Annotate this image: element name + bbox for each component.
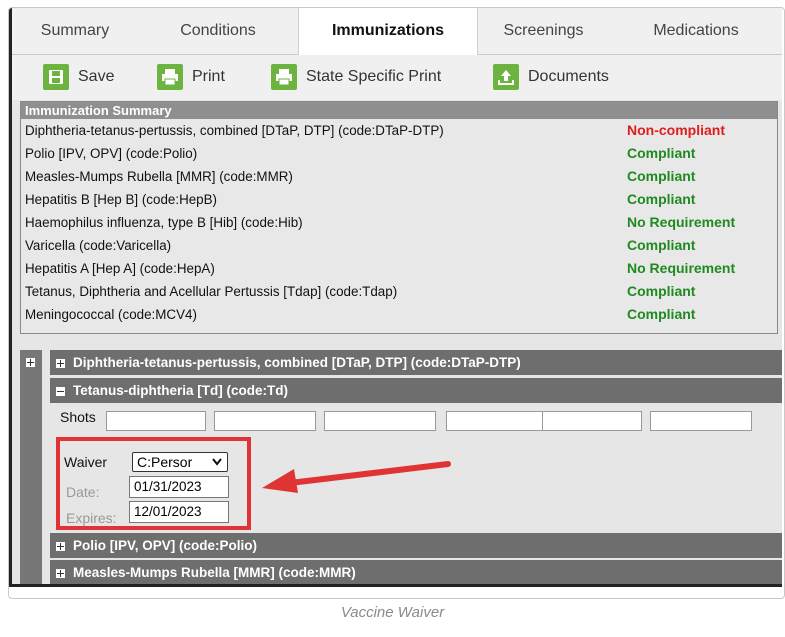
summary-row: Hepatitis A [Hep A] (code:HepA) No Requi… [21, 257, 777, 280]
summary-row: Varicella (code:Varicella) Compliant [21, 234, 777, 257]
tab-screenings[interactable]: Screenings [476, 8, 611, 54]
vaccine-name: Varicella (code:Varicella) [25, 238, 172, 253]
shot-date-input[interactable] [214, 411, 316, 431]
vaccine-name: Diphtheria-tetanus-pertussis, combined [… [25, 123, 444, 138]
upload-icon [493, 64, 519, 90]
expand-icon[interactable] [56, 358, 65, 368]
arrow-icon [262, 461, 451, 493]
group-title: Polio [IPV, OPV] (code:Polio) [73, 538, 258, 553]
tab-medications[interactable]: Medications [611, 8, 781, 54]
expand-all-column [20, 350, 42, 584]
figure-caption: Vaccine Waiver [340, 604, 445, 621]
tab-immunizations[interactable]: Immunizations [298, 8, 478, 55]
documents-button[interactable]: Documents [493, 63, 609, 91]
immunization-summary-panel: Immunization Summary Diphtheria-tetanus-… [20, 101, 778, 334]
vaccine-name: Hepatitis B [Hep B] (code:HepB) [25, 192, 218, 207]
status-badge: Compliant [627, 283, 696, 299]
group-dtap-header[interactable]: Diphtheria-tetanus-pertussis, combined [… [50, 350, 782, 375]
vaccine-name: Measles-Mumps Rubella [MMR] (code:MMR) [25, 169, 293, 184]
status-badge: Compliant [627, 306, 696, 322]
group-polio-header[interactable]: Polio [IPV, OPV] (code:Polio) [50, 533, 782, 558]
shot-date-input[interactable] [542, 411, 642, 431]
immunizations-app: Summary Conditions Immunizations Screeni… [9, 8, 782, 587]
status-badge: Compliant [627, 237, 696, 253]
save-icon [43, 64, 69, 90]
shot-date-input[interactable] [106, 411, 206, 431]
shot-date-input[interactable] [324, 411, 436, 431]
shot-date-input[interactable] [446, 411, 544, 431]
status-badge: No Requirement [627, 260, 736, 276]
print-icon [157, 64, 183, 90]
summary-row: Tetanus, Diphtheria and Acellular Pertus… [21, 280, 777, 303]
group-title: Tetanus-diphtheria [Td] (code:Td) [73, 383, 288, 398]
shots-label: Shots [60, 409, 96, 425]
collapse-icon[interactable] [56, 386, 65, 396]
vaccine-name: Haemophilus influenza, type B [Hib] (cod… [25, 215, 303, 230]
shot-date-input[interactable] [650, 411, 752, 431]
group-title: Diphtheria-tetanus-pertussis, combined [… [73, 355, 521, 370]
status-badge: Compliant [627, 191, 696, 207]
summary-row: Measles-Mumps Rubella [MMR] (code:MMR) C… [21, 165, 777, 188]
summary-row: Haemophilus influenza, type B [Hib] (cod… [21, 211, 777, 234]
print-label: Print [192, 68, 225, 85]
status-badge: Non-compliant [627, 122, 725, 138]
documents-label: Documents [528, 68, 609, 85]
expand-icon[interactable] [56, 541, 65, 551]
screenshot-frame: Summary Conditions Immunizations Screeni… [8, 7, 785, 599]
vaccine-name: Hepatitis A [Hep A] (code:HepA) [25, 261, 215, 276]
print-button[interactable]: Print [157, 63, 225, 91]
tab-summary[interactable]: Summary [12, 8, 138, 54]
toolbar: Save Print State Specific Print Document… [12, 55, 782, 100]
group-title: Measles-Mumps Rubella [MMR] (code:MMR) [73, 565, 356, 580]
status-badge: Compliant [627, 168, 696, 184]
vaccine-name: Polio [IPV, OPV] (code:Polio) [25, 146, 198, 161]
status-badge: No Requirement [627, 214, 736, 230]
expand-icon[interactable] [56, 568, 65, 578]
summary-row: Polio [IPV, OPV] (code:Polio) Compliant [21, 142, 777, 165]
group-mmr-header[interactable]: Measles-Mumps Rubella [MMR] (code:MMR) [50, 560, 782, 584]
tab-conditions[interactable]: Conditions [138, 8, 298, 54]
status-badge: Compliant [627, 145, 696, 161]
waiver-highlight-box [56, 437, 251, 530]
vaccine-name: Tetanus, Diphtheria and Acellular Pertus… [25, 284, 398, 299]
save-label: Save [78, 68, 115, 85]
summary-header: Immunization Summary [21, 102, 777, 119]
save-button[interactable]: Save [43, 63, 114, 91]
expand-all-icon[interactable] [26, 358, 35, 367]
summary-row: Diphtheria-tetanus-pertussis, combined [… [21, 119, 777, 142]
tab-bar: Summary Conditions Immunizations Screeni… [12, 8, 782, 55]
summary-row: Hepatitis B [Hep B] (code:HepB) Complian… [21, 188, 777, 211]
vaccine-name: Meningococcal (code:MCV4) [25, 307, 197, 322]
print-icon [271, 64, 297, 90]
group-td-header[interactable]: Tetanus-diphtheria [Td] (code:Td) [50, 378, 782, 403]
state-specific-print-label: State Specific Print [306, 68, 442, 85]
summary-row: Meningococcal (code:MCV4) Compliant [21, 303, 777, 326]
state-specific-print-button[interactable]: State Specific Print [271, 63, 441, 91]
